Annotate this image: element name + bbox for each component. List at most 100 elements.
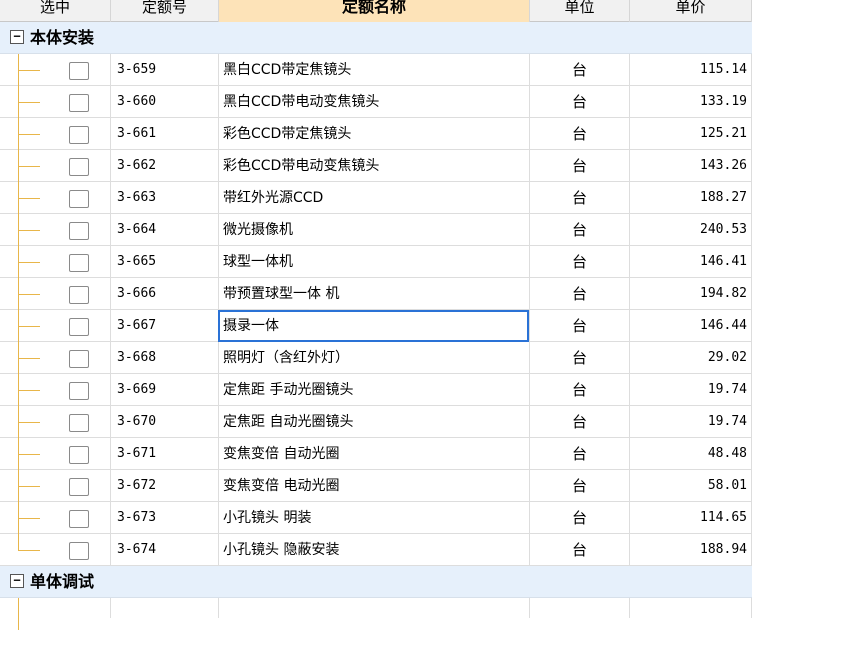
column-header-code[interactable]: 定额号 bbox=[110, 0, 218, 22]
quota-code-cell[interactable]: 3-660 bbox=[110, 86, 218, 118]
quota-code-cell[interactable]: 3-662 bbox=[110, 150, 218, 182]
select-checkbox[interactable] bbox=[69, 350, 89, 368]
table-row[interactable]: 3-659 黑白CCD带定焦镜头台 115.14 bbox=[0, 54, 752, 86]
unit-price-cell[interactable]: 146.41 bbox=[629, 246, 752, 278]
unit-price-cell[interactable]: 194.82 bbox=[629, 278, 752, 310]
quota-name-cell[interactable]: 带红外光源CCD bbox=[218, 182, 529, 214]
unit-cell[interactable]: 台 bbox=[529, 182, 629, 214]
unit-price-cell[interactable]: 19.74 bbox=[629, 406, 752, 438]
table-row[interactable]: 3-668 照明灯（含红外灯）台 29.02 bbox=[0, 342, 752, 374]
quota-code-cell[interactable]: 3-665 bbox=[110, 246, 218, 278]
quota-code-cell[interactable]: 3-668 bbox=[110, 342, 218, 374]
unit-price-cell[interactable]: 115.14 bbox=[629, 54, 752, 86]
select-checkbox[interactable] bbox=[69, 510, 89, 528]
group-row[interactable]: − 单体调试 bbox=[0, 566, 752, 598]
table-row[interactable]: 3-671 变焦变倍 自动光圈台 48.48 bbox=[0, 438, 752, 470]
select-checkbox[interactable] bbox=[69, 542, 89, 560]
quota-name-cell[interactable]: 彩色CCD带定焦镜头 bbox=[218, 118, 529, 150]
table-row[interactable]: 3-665 球型一体机台 146.41 bbox=[0, 246, 752, 278]
quota-code-cell[interactable]: 3-670 bbox=[110, 406, 218, 438]
unit-price-cell[interactable]: 58.01 bbox=[629, 470, 752, 502]
quota-code-cell[interactable]: 3-664 bbox=[110, 214, 218, 246]
unit-price-cell[interactable]: 240.53 bbox=[629, 214, 752, 246]
unit-cell[interactable]: 台 bbox=[529, 470, 629, 502]
column-header-unit[interactable]: 单位 bbox=[529, 0, 629, 22]
quota-name-cell[interactable]: 摄录一体 bbox=[218, 310, 529, 342]
quota-name-cell[interactable]: 黑白CCD带定焦镜头 bbox=[218, 54, 529, 86]
table-row[interactable]: 3-670 定焦距 自动光圈镜头台 19.74 bbox=[0, 406, 752, 438]
table-row[interactable]: 3-660 黑白CCD带电动变焦镜头台 133.19 bbox=[0, 86, 752, 118]
unit-price-cell[interactable]: 188.27 bbox=[629, 182, 752, 214]
select-checkbox[interactable] bbox=[69, 94, 89, 112]
table-row[interactable]: 3-673 小孔镜头 明装台 114.65 bbox=[0, 502, 752, 534]
select-checkbox[interactable] bbox=[69, 126, 89, 144]
quota-code-cell[interactable]: 3-669 bbox=[110, 374, 218, 406]
quota-name-cell[interactable]: 球型一体机 bbox=[218, 246, 529, 278]
group-row[interactable]: − 本体安装 bbox=[0, 22, 752, 54]
select-checkbox[interactable] bbox=[69, 62, 89, 80]
quota-code-cell[interactable]: 3-674 bbox=[110, 534, 218, 566]
table-row[interactable]: 3-662 彩色CCD带电动变焦镜头台 143.26 bbox=[0, 150, 752, 182]
unit-price-cell[interactable]: 125.21 bbox=[629, 118, 752, 150]
quota-name-cell[interactable]: 定焦距 自动光圈镜头 bbox=[218, 406, 529, 438]
table-row[interactable]: 3-674 小孔镜头 隐蔽安装台 188.94 bbox=[0, 534, 752, 566]
quota-name-cell[interactable]: 带预置球型一体 机 bbox=[218, 278, 529, 310]
unit-cell[interactable]: 台 bbox=[529, 342, 629, 374]
collapse-toggle-icon[interactable]: − bbox=[10, 574, 24, 588]
quota-name-cell[interactable]: 小孔镜头 隐蔽安装 bbox=[218, 534, 529, 566]
unit-cell[interactable]: 台 bbox=[529, 278, 629, 310]
quota-name-cell[interactable]: 照明灯（含红外灯） bbox=[218, 342, 529, 374]
unit-cell[interactable]: 台 bbox=[529, 214, 629, 246]
quota-name-cell[interactable]: 变焦变倍 自动光圈 bbox=[218, 438, 529, 470]
quota-name-cell[interactable]: 变焦变倍 电动光圈 bbox=[218, 470, 529, 502]
unit-price-cell[interactable]: 29.02 bbox=[629, 342, 752, 374]
quota-code-cell[interactable]: 3-673 bbox=[110, 502, 218, 534]
unit-price-cell[interactable]: 19.74 bbox=[629, 374, 752, 406]
table-row[interactable]: 3-669 定焦距 手动光圈镜头台 19.74 bbox=[0, 374, 752, 406]
quota-name-cell[interactable]: 小孔镜头 明装 bbox=[218, 502, 529, 534]
quota-code-cell[interactable]: 3-667 bbox=[110, 310, 218, 342]
unit-price-cell[interactable]: 146.44 bbox=[629, 310, 752, 342]
table-row[interactable]: 3-666 带预置球型一体 机台 194.82 bbox=[0, 278, 752, 310]
table-row[interactable]: 3-667 摄录一体台 146.44 bbox=[0, 310, 752, 342]
select-checkbox[interactable] bbox=[69, 478, 89, 496]
select-checkbox[interactable] bbox=[69, 382, 89, 400]
unit-cell[interactable]: 台 bbox=[529, 150, 629, 182]
quota-name-cell[interactable]: 微光摄像机 bbox=[218, 214, 529, 246]
unit-cell[interactable]: 台 bbox=[529, 374, 629, 406]
unit-price-cell[interactable]: 48.48 bbox=[629, 438, 752, 470]
unit-price-cell[interactable]: 143.26 bbox=[629, 150, 752, 182]
quota-name-cell[interactable]: 黑白CCD带电动变焦镜头 bbox=[218, 86, 529, 118]
column-header-select[interactable]: 选中 bbox=[0, 0, 110, 22]
unit-cell[interactable]: 台 bbox=[529, 534, 629, 566]
quota-code-cell[interactable]: 3-663 bbox=[110, 182, 218, 214]
unit-cell[interactable]: 台 bbox=[529, 310, 629, 342]
table-row[interactable]: 3-663 带红外光源CCD 台 188.27 bbox=[0, 182, 752, 214]
unit-price-cell[interactable]: 114.65 bbox=[629, 502, 752, 534]
quota-name-cell[interactable]: 定焦距 手动光圈镜头 bbox=[218, 374, 529, 406]
select-checkbox[interactable] bbox=[69, 446, 89, 464]
unit-cell[interactable]: 台 bbox=[529, 406, 629, 438]
unit-cell[interactable]: 台 bbox=[529, 246, 629, 278]
unit-cell[interactable]: 台 bbox=[529, 86, 629, 118]
quota-code-cell[interactable]: 3-672 bbox=[110, 470, 218, 502]
select-checkbox[interactable] bbox=[69, 158, 89, 176]
unit-cell[interactable]: 台 bbox=[529, 54, 629, 86]
quota-code-cell[interactable]: 3-671 bbox=[110, 438, 218, 470]
unit-cell[interactable]: 台 bbox=[529, 118, 629, 150]
select-checkbox[interactable] bbox=[69, 318, 89, 336]
quota-code-cell[interactable]: 3-659 bbox=[110, 54, 218, 86]
table-row[interactable]: 3-664 微光摄像机台 240.53 bbox=[0, 214, 752, 246]
quota-name-cell[interactable]: 彩色CCD带电动变焦镜头 bbox=[218, 150, 529, 182]
select-checkbox[interactable] bbox=[69, 254, 89, 272]
table-row[interactable]: 3-661 彩色CCD带定焦镜头台 125.21 bbox=[0, 118, 752, 150]
table-row[interactable]: 3-672 变焦变倍 电动光圈台 58.01 bbox=[0, 470, 752, 502]
column-header-price[interactable]: 单价 bbox=[629, 0, 752, 22]
column-header-name[interactable]: 定额名称 bbox=[218, 0, 529, 22]
unit-price-cell[interactable]: 188.94 bbox=[629, 534, 752, 566]
unit-cell[interactable]: 台 bbox=[529, 502, 629, 534]
select-checkbox[interactable] bbox=[69, 222, 89, 240]
quota-code-cell[interactable]: 3-666 bbox=[110, 278, 218, 310]
quota-code-cell[interactable]: 3-661 bbox=[110, 118, 218, 150]
select-checkbox[interactable] bbox=[69, 414, 89, 432]
